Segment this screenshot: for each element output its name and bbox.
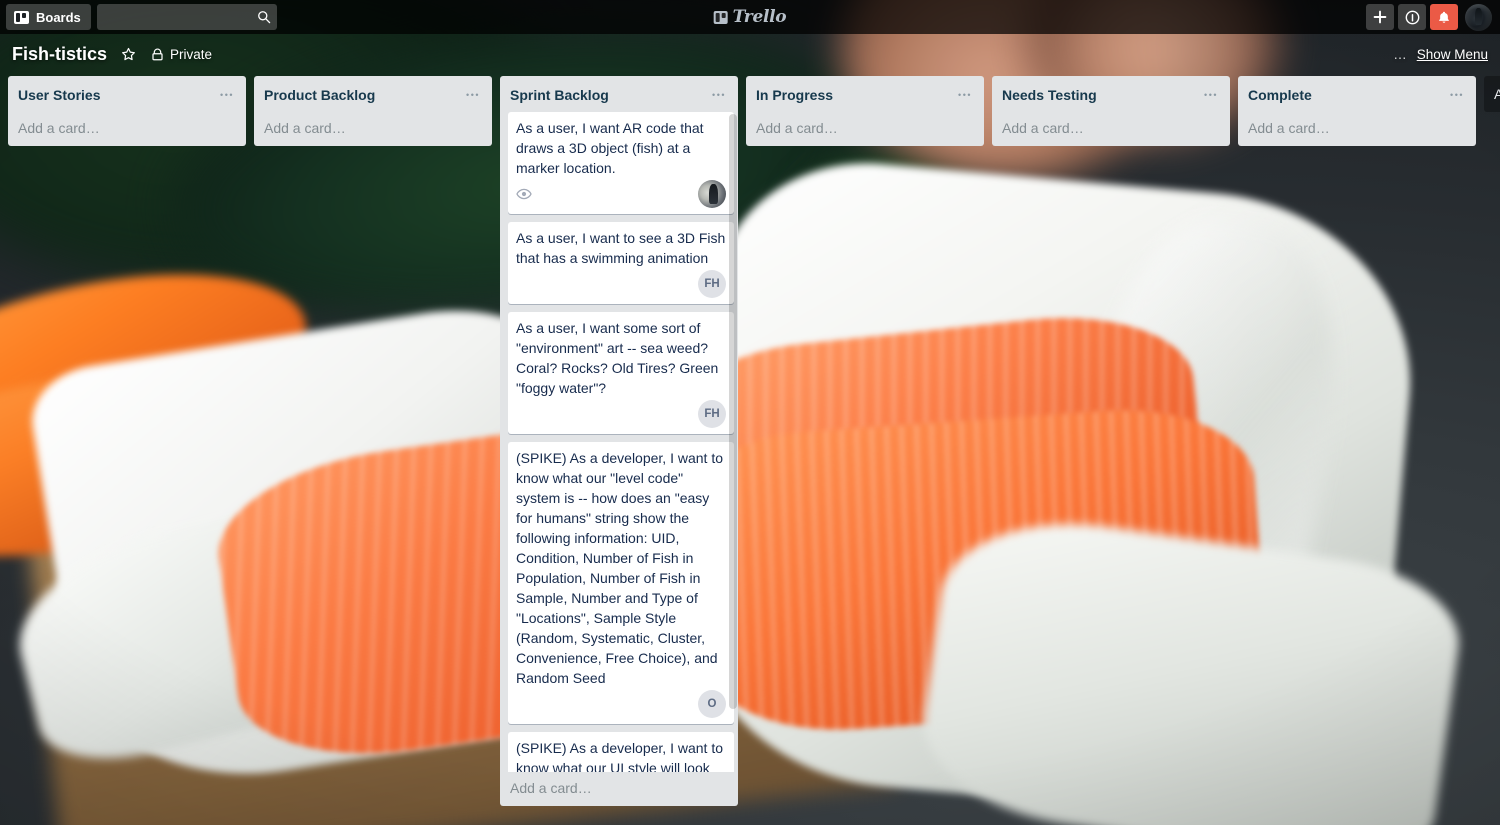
top-navigation-bar: Boards Trello: [0, 0, 1500, 34]
list-user-stories: User Stories ••• Add a card…: [8, 76, 246, 146]
list-needs-testing: Needs Testing ••• Add a card…: [992, 76, 1230, 146]
list-header: In Progress •••: [746, 76, 984, 112]
board-title[interactable]: Fish-tistics: [12, 44, 107, 65]
list-title[interactable]: Complete: [1248, 86, 1446, 104]
nav-right-group: [1366, 3, 1494, 31]
card[interactable]: (SPIKE) As a developer, I want to know w…: [508, 732, 734, 772]
list-product-backlog: Product Backlog ••• Add a card…: [254, 76, 492, 146]
card-title: As a user, I want some sort of "environm…: [516, 320, 719, 396]
list-menu-button[interactable]: •••: [1446, 88, 1468, 102]
info-button[interactable]: [1398, 4, 1426, 30]
list-title[interactable]: User Stories: [18, 86, 216, 104]
boards-icon: [14, 10, 29, 24]
list-scrollbar[interactable]: [729, 114, 737, 709]
lock-icon: [152, 48, 163, 60]
card-title: (SPIKE) As a developer, I want to know w…: [516, 450, 723, 686]
list-menu-button[interactable]: •••: [216, 88, 238, 102]
star-icon: [122, 47, 135, 60]
info-icon: [1405, 10, 1419, 24]
list-header: User Stories •••: [8, 76, 246, 112]
card-title: (SPIKE) As a developer, I want to know w…: [516, 740, 723, 772]
boards-button-label: Boards: [36, 9, 81, 25]
nav-left-group: Boards: [6, 4, 277, 30]
card-member-avatar[interactable]: FH: [698, 400, 726, 428]
list-title[interactable]: Needs Testing: [1002, 86, 1200, 104]
card[interactable]: As a user, I want AR code that draws a 3…: [508, 112, 734, 214]
list-title[interactable]: Product Backlog: [264, 86, 462, 104]
user-avatar[interactable]: [1465, 3, 1492, 31]
add-another-list-button[interactable]: Add another list: [1484, 76, 1500, 112]
trello-logo-text: Trello: [732, 7, 787, 27]
add-card-button[interactable]: Add a card…: [500, 772, 738, 806]
list-menu-button[interactable]: •••: [462, 88, 484, 102]
add-card-button[interactable]: Add a card…: [254, 112, 492, 146]
card-member-avatar[interactable]: FH: [698, 270, 726, 298]
list-title[interactable]: Sprint Backlog: [510, 86, 708, 104]
card-badges: O: [516, 690, 726, 718]
watch-eye-icon: [516, 188, 532, 200]
list-menu-button[interactable]: •••: [708, 88, 730, 102]
board-header-right: … Show Menu: [1393, 47, 1488, 62]
list-menu-button[interactable]: •••: [954, 88, 976, 102]
add-button[interactable]: [1366, 4, 1394, 30]
add-card-button[interactable]: Add a card…: [992, 112, 1230, 146]
board-header: Fish-tistics Private … Show Menu: [0, 34, 1500, 74]
bell-icon: [1439, 11, 1449, 23]
search-box[interactable]: [96, 4, 277, 30]
card-badges: FH: [516, 400, 726, 428]
search-input[interactable]: [96, 4, 277, 30]
card-badges: FH: [516, 270, 726, 298]
list-sprint-backlog: Sprint Backlog ••• As a user, I want AR co…: [500, 76, 738, 806]
list-menu-button[interactable]: •••: [1200, 88, 1222, 102]
board-menu-dots[interactable]: …: [1393, 47, 1408, 62]
board-visibility-button[interactable]: Private: [150, 47, 212, 62]
list-header: Sprint Backlog •••: [500, 76, 738, 112]
card[interactable]: (SPIKE) As a developer, I want to know w…: [508, 442, 734, 724]
boards-button[interactable]: Boards: [6, 4, 91, 30]
list-cards: As a user, I want AR code that draws a 3…: [500, 112, 738, 772]
list-header: Product Backlog •••: [254, 76, 492, 112]
plus-icon: [1373, 10, 1387, 24]
show-menu-link[interactable]: Show Menu: [1417, 47, 1488, 62]
trello-logo[interactable]: Trello: [713, 7, 787, 27]
card-member-avatar[interactable]: [698, 180, 726, 208]
add-card-button[interactable]: Add a card…: [1238, 112, 1476, 146]
star-board-button[interactable]: [121, 47, 136, 62]
card[interactable]: As a user, I want some sort of "environm…: [508, 312, 734, 434]
card-member-avatar[interactable]: O: [698, 690, 726, 718]
trello-logo-icon: [713, 10, 728, 24]
list-title[interactable]: In Progress: [756, 86, 954, 104]
list-header: Needs Testing •••: [992, 76, 1230, 112]
board-visibility-label: Private: [170, 46, 213, 62]
add-card-button[interactable]: Add a card…: [8, 112, 246, 146]
add-card-button[interactable]: Add a card…: [746, 112, 984, 146]
list-complete: Complete ••• Add a card…: [1238, 76, 1476, 146]
card-badges: [516, 180, 726, 208]
card-title: As a user, I want to see a 3D Fish that …: [516, 230, 726, 266]
list-header: Complete •••: [1238, 76, 1476, 112]
notifications-button[interactable]: [1430, 4, 1458, 30]
card-title: As a user, I want AR code that draws a 3…: [516, 120, 704, 176]
board-lists-container: User Stories ••• Add a card… Product Backlo…: [0, 76, 1500, 825]
card[interactable]: As a user, I want to see a 3D Fish that …: [508, 222, 734, 304]
list-in-progress: In Progress ••• Add a card…: [746, 76, 984, 146]
